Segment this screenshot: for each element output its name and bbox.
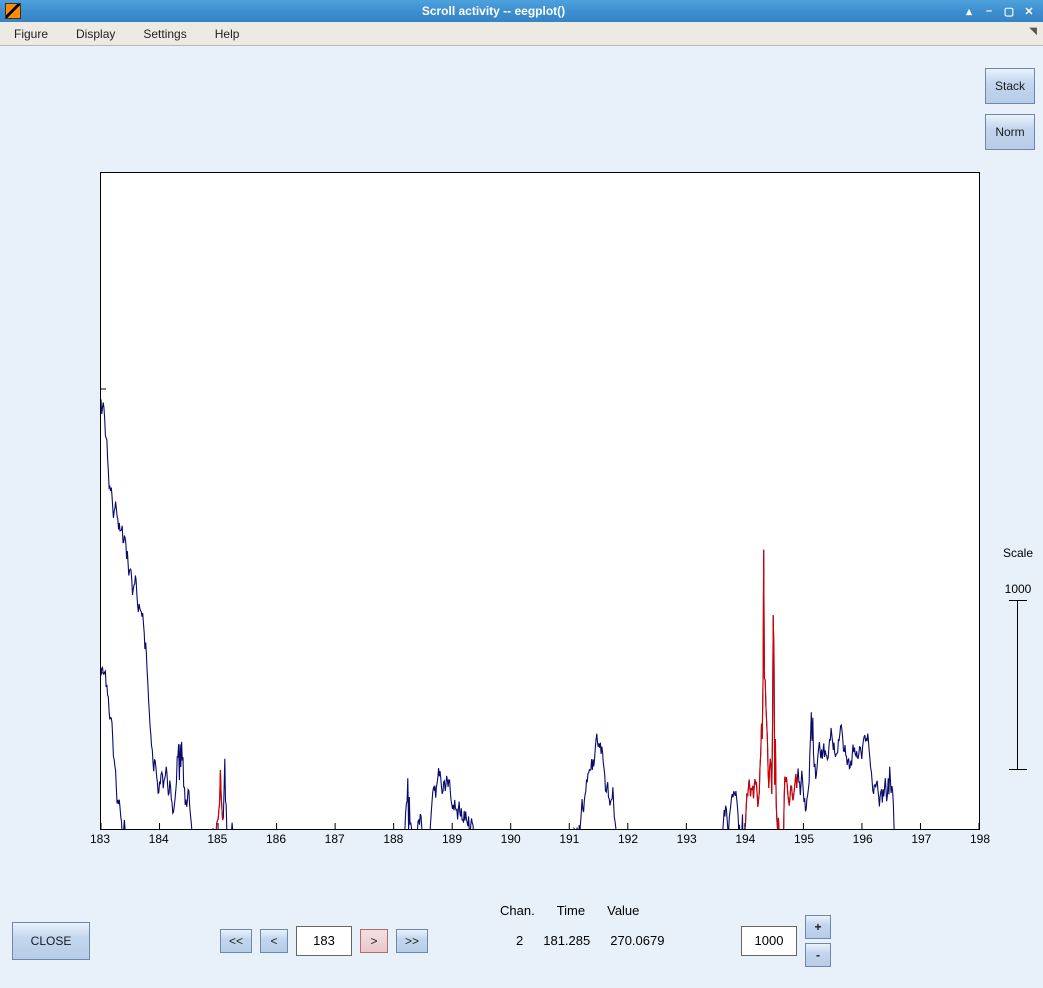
x-tick: 193 xyxy=(677,832,697,846)
x-tick: 188 xyxy=(383,832,403,846)
menu-help[interactable]: Help xyxy=(207,24,248,44)
menu-figure[interactable]: Figure xyxy=(6,24,56,44)
plot-mode-buttons: Stack Norm xyxy=(985,68,1035,150)
nav-prev-button[interactable]: < xyxy=(260,929,288,953)
time-input[interactable] xyxy=(296,926,352,956)
window-close-button[interactable]: ✕ xyxy=(1021,4,1037,18)
nav-group: << < > >> xyxy=(220,926,428,956)
app-icon xyxy=(5,3,21,19)
window-controls: ▴ – ▢ ✕ xyxy=(961,4,1037,18)
x-tick: 184 xyxy=(149,832,169,846)
eeg-plot[interactable] xyxy=(100,172,980,830)
x-tick: 195 xyxy=(794,832,814,846)
x-tick: 187 xyxy=(325,832,345,846)
close-button[interactable]: CLOSE xyxy=(12,922,90,960)
x-tick: 192 xyxy=(618,832,638,846)
nav-first-button[interactable]: << xyxy=(220,929,252,953)
time-header: Time xyxy=(557,903,585,918)
scale-ruler xyxy=(1007,600,1029,770)
scale-plus-button[interactable]: + xyxy=(805,915,831,939)
x-tick: 185 xyxy=(207,832,227,846)
menu-display[interactable]: Display xyxy=(68,24,123,44)
scale-label: Scale xyxy=(997,546,1039,560)
x-tick: 197 xyxy=(911,832,931,846)
time-value: 181.285 xyxy=(543,933,590,948)
window-maximize-button[interactable]: ▢ xyxy=(1001,4,1017,18)
chan-value: 2 xyxy=(516,933,523,948)
x-tick: 198 xyxy=(970,832,990,846)
scale-indicator: Scale 1000 xyxy=(997,546,1039,770)
content-area: Stack Norm 1 2 1831841851861871881891901… xyxy=(0,46,1043,988)
x-tick: 186 xyxy=(266,832,286,846)
scale-value: 1000 xyxy=(997,582,1039,596)
stack-button[interactable]: Stack xyxy=(985,68,1035,104)
value-header: Value xyxy=(607,903,639,918)
nav-last-button[interactable]: >> xyxy=(396,929,428,953)
window-minimize-button[interactable]: – xyxy=(981,4,997,18)
x-tick: 194 xyxy=(735,832,755,846)
x-tick: 189 xyxy=(442,832,462,846)
menu-overflow-icon[interactable]: ◥ xyxy=(1029,26,1037,37)
x-axis-ticks: 1831841851861871881891901911921931941951… xyxy=(100,832,980,852)
readout-headers: Chan. Time Value xyxy=(500,903,639,918)
window-titlebar: Scroll activity -- eegplot() ▴ – ▢ ✕ xyxy=(0,0,1043,22)
x-tick: 183 xyxy=(90,832,110,846)
scale-input[interactable] xyxy=(741,926,797,956)
x-tick: 190 xyxy=(501,832,521,846)
menu-settings[interactable]: Settings xyxy=(135,24,194,44)
value-value: 270.0679 xyxy=(610,933,664,948)
norm-button[interactable]: Norm xyxy=(985,114,1035,150)
x-tick: 191 xyxy=(559,832,579,846)
nav-next-button[interactable]: > xyxy=(360,929,388,953)
readout-values: 2 181.285 270.0679 xyxy=(516,933,664,948)
window-rollup-button[interactable]: ▴ xyxy=(961,4,977,18)
scale-controls: + - xyxy=(741,915,831,967)
chan-header: Chan. xyxy=(500,903,535,918)
menubar: Figure Display Settings Help ◥ xyxy=(0,22,1043,46)
bottom-controls: CLOSE << < > >> Chan. Time Value 2 181.2… xyxy=(0,893,1043,988)
scale-minus-button[interactable]: - xyxy=(805,943,831,967)
window-title: Scroll activity -- eegplot() xyxy=(26,4,961,18)
x-tick: 196 xyxy=(853,832,873,846)
